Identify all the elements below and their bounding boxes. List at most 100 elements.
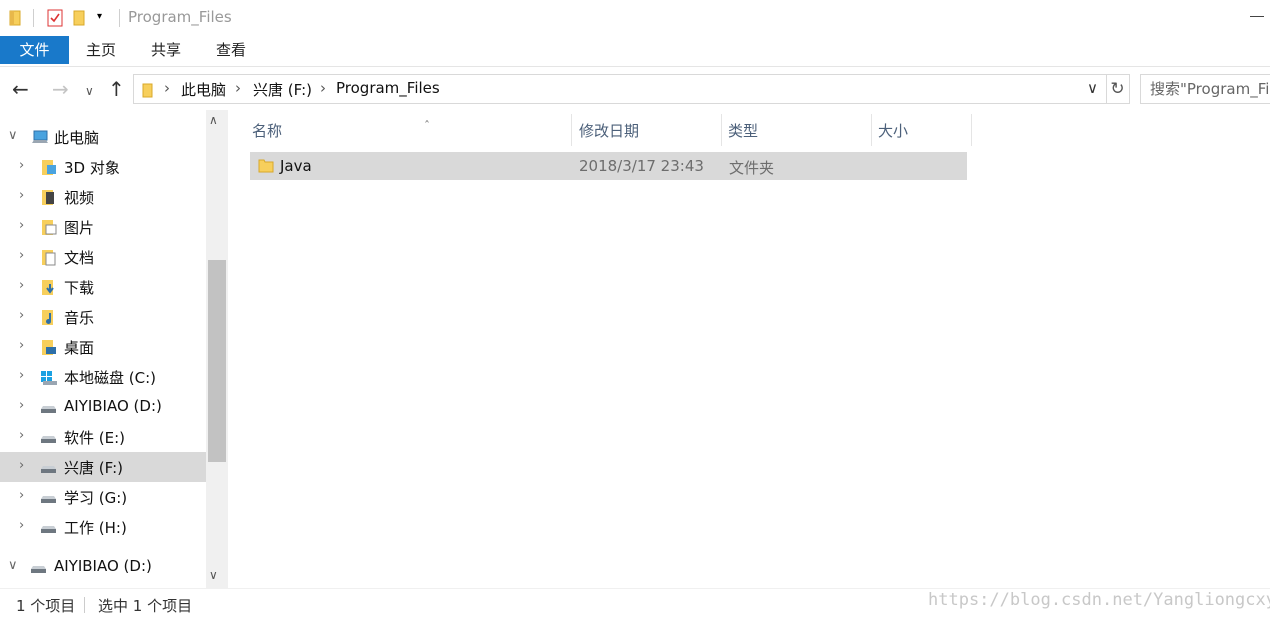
tab-file[interactable]: 文件 — [0, 36, 69, 64]
chevron-down-icon[interactable]: ∨ — [8, 128, 18, 143]
downloads-icon — [41, 279, 58, 296]
chevron-right-icon[interactable]: › — [19, 158, 24, 173]
nav-pane-scrollbar[interactable]: ∧ ∨ — [206, 110, 228, 588]
tab-view[interactable]: 查看 — [216, 36, 246, 64]
breadcrumb-drive-f[interactable]: 兴唐 (F:) — [253, 79, 312, 100]
breadcrumb-separator-icon[interactable]: › — [164, 79, 170, 97]
scroll-thumb[interactable] — [208, 260, 226, 462]
up-arrow-icon[interactable]: ↑ — [108, 77, 125, 101]
tree-item-label: 图片 — [64, 219, 95, 237]
column-divider[interactable] — [571, 114, 572, 146]
drive-icon — [39, 519, 56, 536]
chevron-right-icon[interactable]: › — [19, 488, 24, 503]
chevron-right-icon[interactable]: › — [19, 278, 24, 293]
folder-icon — [258, 157, 274, 174]
breadcrumb-separator-icon[interactable]: › — [320, 79, 326, 97]
tree-item-downloads[interactable]: › 下载 — [0, 272, 206, 302]
address-bar[interactable]: › 此电脑 › 兴唐 (F:) › Program_Files — [133, 74, 1107, 104]
videos-icon — [41, 189, 58, 206]
tree-item-music[interactable]: › 音乐 — [0, 302, 206, 332]
tree-item-label: 3D 对象 — [64, 159, 120, 177]
tree-item-label: 学习 (G:) — [64, 489, 128, 507]
properties-icon[interactable] — [47, 9, 63, 27]
column-divider[interactable] — [871, 114, 872, 146]
tree-item-aiyibiao-d[interactable]: ∨ AIYIBIAO (D:) — [0, 552, 206, 582]
breadcrumb-separator-icon[interactable]: › — [235, 79, 241, 97]
navigation-pane: ∨ 此电脑 › 3D 对象 › 视频 › 图片 › 文档 › 下载 › 音乐 ›… — [0, 110, 228, 588]
chevron-right-icon[interactable]: › — [19, 248, 24, 263]
breadcrumb-program-files[interactable]: Program_Files — [336, 79, 440, 97]
column-header-size[interactable]: 大小 — [878, 118, 968, 152]
chevron-right-icon[interactable]: › — [19, 338, 24, 353]
tree-item-desktop[interactable]: › 桌面 — [0, 332, 206, 362]
drive-icon — [39, 429, 56, 446]
tree-item-label: 兴唐 (F:) — [64, 459, 123, 477]
forward-arrow-icon[interactable]: → — [52, 77, 69, 101]
chevron-right-icon[interactable]: › — [19, 188, 24, 203]
file-list: ˆ 名称 修改日期 类型 大小 Java 2018/3/17 23:43 文件夹 — [228, 110, 1270, 588]
chevron-right-icon[interactable]: › — [19, 398, 24, 413]
tree-item-label: 本地磁盘 (C:) — [64, 369, 156, 387]
column-divider[interactable] — [721, 114, 722, 146]
file-row[interactable]: Java 2018/3/17 23:43 文件夹 — [250, 152, 967, 180]
tree-item-label: 文档 — [64, 249, 95, 267]
breadcrumb-this-pc[interactable]: 此电脑 — [181, 79, 226, 100]
separator — [84, 597, 85, 613]
chevron-right-icon[interactable]: › — [19, 428, 24, 443]
tree-item-drive-f[interactable]: › 兴唐 (F:) — [0, 452, 206, 482]
tab-share[interactable]: 共享 — [151, 36, 181, 64]
desktop-icon — [41, 339, 58, 356]
tab-home[interactable]: 主页 — [86, 36, 116, 64]
tree-item-drive-e[interactable]: › 软件 (E:) — [0, 422, 206, 452]
customize-toolbar-icon[interactable]: ▾ — [97, 11, 102, 22]
drive-icon — [39, 399, 56, 416]
chevron-right-icon[interactable]: › — [19, 458, 24, 473]
scroll-down-icon[interactable]: ∨ — [209, 568, 218, 582]
tree-item-label: 软件 (E:) — [64, 429, 126, 447]
column-header-modified[interactable]: 修改日期 — [579, 118, 719, 152]
tree-item-documents[interactable]: › 文档 — [0, 242, 206, 272]
folder-icon — [142, 83, 154, 99]
tree-item-drive-h[interactable]: › 工作 (H:) — [0, 512, 206, 542]
recent-locations-chevron-icon[interactable]: ∨ — [85, 79, 94, 103]
folder-icon — [9, 9, 23, 27]
column-header-type[interactable]: 类型 — [728, 118, 868, 152]
chevron-down-icon[interactable]: ∨ — [8, 558, 18, 573]
address-dropdown-chevron-icon[interactable]: ∨ — [1087, 79, 1098, 97]
chevron-right-icon[interactable]: › — [19, 218, 24, 233]
tree-item-label: 此电脑 — [54, 129, 100, 147]
item-count: 1 个项目 — [16, 597, 76, 615]
file-type: 文件夹 — [729, 159, 775, 177]
scroll-up-icon[interactable]: ∧ — [209, 113, 218, 127]
column-header-label: 修改日期 — [579, 122, 640, 140]
minimize-button[interactable] — [1250, 16, 1264, 17]
documents-icon — [41, 249, 58, 266]
tree-item-label: 工作 (H:) — [64, 519, 127, 537]
tree-item-drive-c[interactable]: › 本地磁盘 (C:) — [0, 362, 206, 392]
tree-item-3d-objects[interactable]: › 3D 对象 — [0, 152, 206, 182]
new-folder-icon[interactable] — [73, 9, 87, 27]
chevron-right-icon[interactable]: › — [19, 368, 24, 383]
search-input[interactable]: 搜索"Program_Fi — [1140, 74, 1270, 104]
tree-item-drive-d[interactable]: › AIYIBIAO (D:) — [0, 392, 206, 422]
drive-icon — [39, 459, 56, 476]
tree-item-this-pc[interactable]: ∨ 此电脑 — [0, 122, 206, 152]
tree-item-drive-g[interactable]: › 学习 (G:) — [0, 482, 206, 512]
sort-ascending-icon: ˆ — [424, 119, 430, 133]
column-header-name[interactable]: ˆ 名称 — [252, 118, 572, 152]
separator — [119, 9, 120, 27]
back-arrow-icon[interactable]: ← — [12, 77, 29, 101]
chevron-right-icon[interactable]: › — [19, 518, 24, 533]
separator — [33, 9, 34, 27]
file-name: Java — [280, 157, 312, 175]
refresh-button[interactable]: ↻ — [1106, 74, 1130, 104]
computer-icon — [31, 129, 48, 146]
column-divider[interactable] — [971, 114, 972, 146]
column-header-label: 类型 — [728, 122, 759, 140]
3d-objects-icon — [41, 159, 58, 176]
file-modified-date: 2018/3/17 23:43 — [579, 157, 704, 175]
tree-item-label: 视频 — [64, 189, 95, 207]
tree-item-pictures[interactable]: › 图片 — [0, 212, 206, 242]
tree-item-videos[interactable]: › 视频 — [0, 182, 206, 212]
chevron-right-icon[interactable]: › — [19, 308, 24, 323]
